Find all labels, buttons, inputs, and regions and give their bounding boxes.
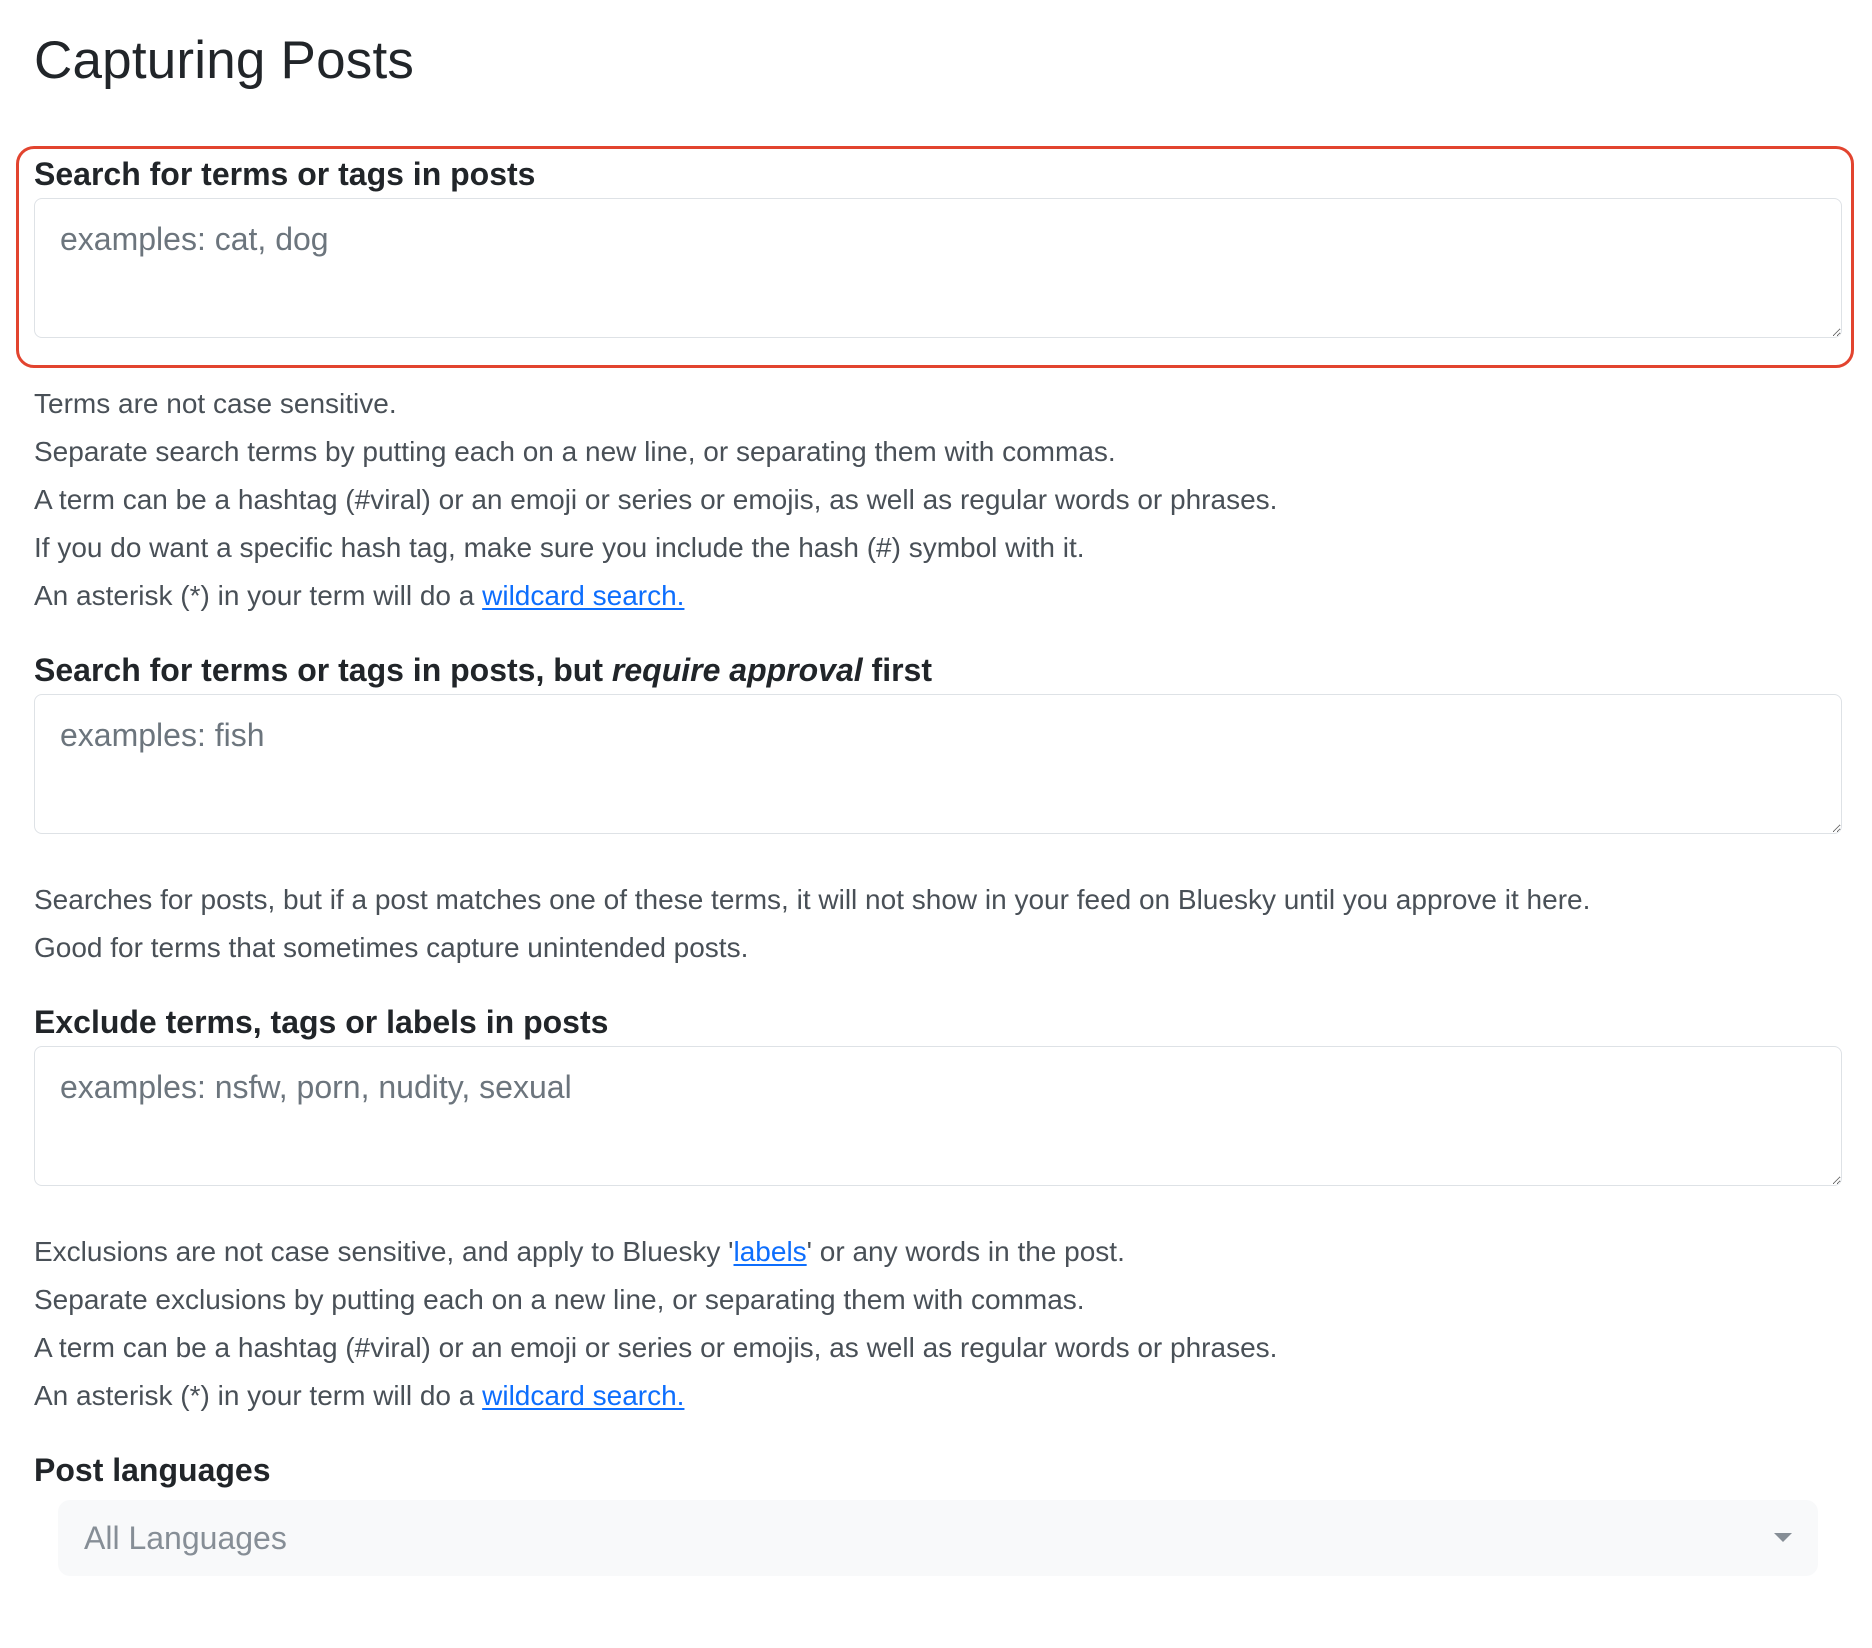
approval-section: Search for terms or tags in posts, but r… bbox=[34, 650, 1846, 972]
help-line: A term can be a hashtag (#viral) or an e… bbox=[34, 484, 1278, 515]
help-prefix: Exclusions are not case sensitive, and a… bbox=[34, 1236, 734, 1267]
exclude-section: Exclude terms, tags or labels in posts E… bbox=[34, 1002, 1846, 1420]
language-select[interactable]: All Languages bbox=[58, 1500, 1818, 1576]
search-terms-help: Terms are not case sensitive. Separate s… bbox=[34, 380, 1846, 620]
approval-terms-input[interactable] bbox=[34, 694, 1842, 834]
language-select-value: All Languages bbox=[84, 1520, 287, 1556]
help-line: An asterisk (*) in your term will do a w… bbox=[34, 572, 1846, 620]
languages-section: Post languages All Languages bbox=[34, 1450, 1846, 1576]
help-suffix: ' or any words in the post. bbox=[806, 1236, 1125, 1267]
wildcard-search-link[interactable]: wildcard search. bbox=[482, 1380, 684, 1411]
wildcard-prefix: An asterisk (*) in your term will do a bbox=[34, 580, 483, 611]
exclude-terms-input[interactable] bbox=[34, 1046, 1842, 1186]
label-emphasis: require approval bbox=[611, 652, 863, 688]
search-terms-label: Search for terms or tags in posts bbox=[34, 156, 536, 192]
help-line: Searches for posts, but if a post matche… bbox=[34, 884, 1591, 915]
chevron-down-icon bbox=[1774, 1533, 1792, 1542]
wildcard-search-link[interactable]: wildcard search. bbox=[482, 580, 684, 611]
help-line: If you do want a specific hash tag, make… bbox=[34, 532, 1085, 563]
exclude-terms-help: Exclusions are not case sensitive, and a… bbox=[34, 1228, 1846, 1420]
labels-link[interactable]: labels bbox=[734, 1236, 807, 1267]
help-line: Separate search terms by putting each on… bbox=[34, 436, 1116, 467]
post-languages-label: Post languages bbox=[34, 1452, 271, 1488]
approval-terms-help: Searches for posts, but if a post matche… bbox=[34, 876, 1846, 972]
label-prefix: Search for terms or tags in posts, but bbox=[34, 652, 612, 688]
label-suffix: first bbox=[862, 652, 932, 688]
help-line: Exclusions are not case sensitive, and a… bbox=[34, 1228, 1846, 1276]
search-terms-input[interactable] bbox=[34, 198, 1842, 338]
wildcard-prefix: An asterisk (*) in your term will do a bbox=[34, 1380, 483, 1411]
exclude-terms-label: Exclude terms, tags or labels in posts bbox=[34, 1004, 609, 1040]
capturing-posts-form: Capturing Posts Search for terms or tags… bbox=[34, 0, 1846, 1576]
help-line: Terms are not case sensitive. bbox=[34, 388, 397, 419]
help-line: A term can be a hashtag (#viral) or an e… bbox=[34, 1332, 1278, 1363]
approval-terms-label: Search for terms or tags in posts, but r… bbox=[34, 650, 1846, 690]
help-line: Good for terms that sometimes capture un… bbox=[34, 932, 749, 963]
search-section: Search for terms or tags in posts Terms … bbox=[34, 154, 1846, 620]
page-title: Capturing Posts bbox=[34, 31, 415, 90]
help-line: An asterisk (*) in your term will do a w… bbox=[34, 1372, 1846, 1420]
help-line: Separate exclusions by putting each on a… bbox=[34, 1284, 1085, 1315]
